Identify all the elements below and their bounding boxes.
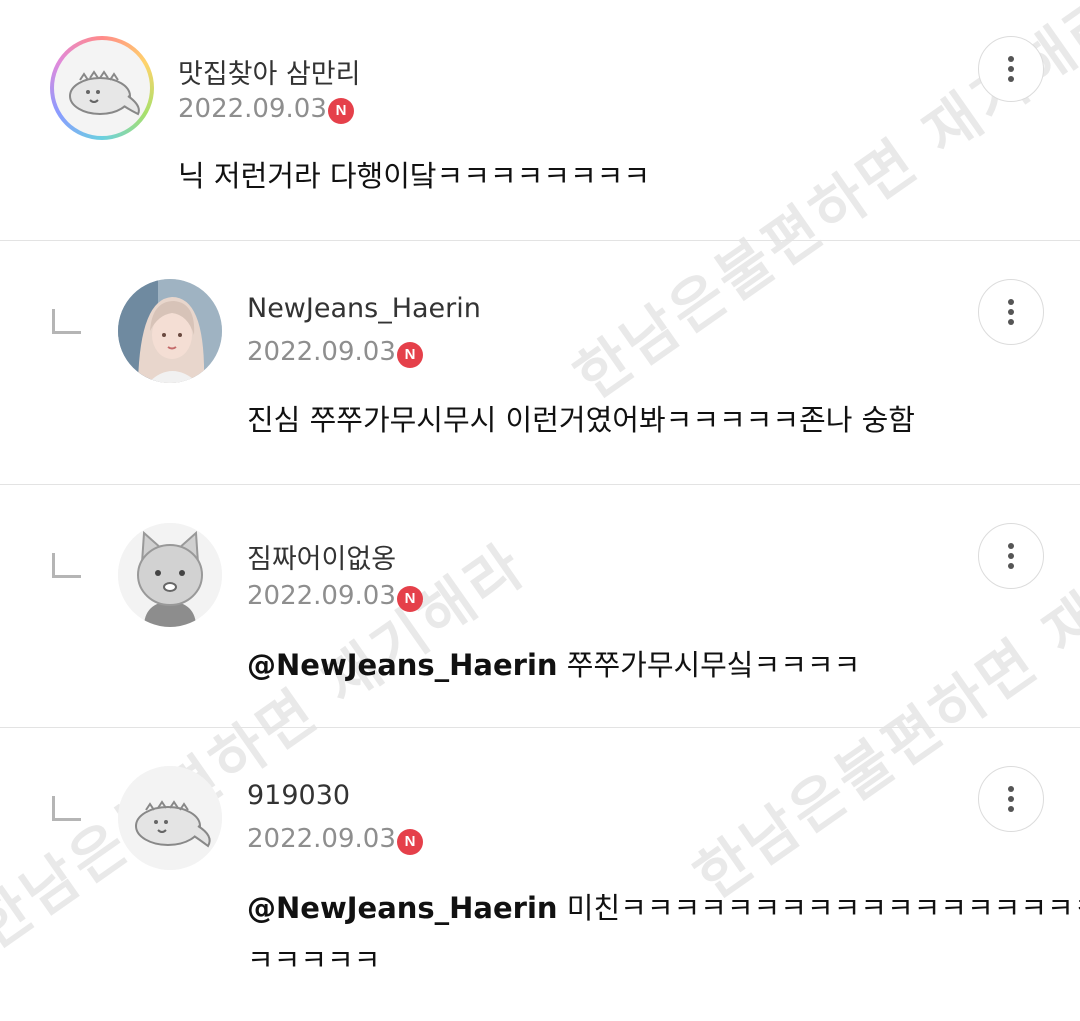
comment-item: NewJeans_Haerin 2022.09.03 N 진심 쭈쭈가무시무시 … <box>0 241 1080 484</box>
comment-author[interactable]: 919030 <box>247 780 350 811</box>
comment-item: 맛집찾아 삼만리 2022.09.03 N 닉 저런거라 다행이닼ㅋㅋㅋㅋㅋㅋㅋ… <box>0 0 1080 240</box>
comment-body: 쭈쭈가무시무싴ㅋㅋㅋㅋ <box>557 648 861 682</box>
more-options-button[interactable] <box>978 523 1044 589</box>
dinosaur-avatar-icon <box>69 70 140 116</box>
new-badge-icon: N <box>397 342 423 368</box>
more-options-button[interactable] <box>978 279 1044 345</box>
more-vertical-icon-dot <box>1008 319 1014 325</box>
comment-text: @NewJeans_Haerin 미친ㅋㅋㅋㅋㅋㅋㅋㅋㅋㅋㅋㅋㅋㅋㅋㅋㅋㅋㅋ <box>247 882 1080 934</box>
reply-arrow-icon <box>52 553 81 578</box>
more-vertical-icon <box>1008 543 1014 549</box>
more-vertical-icon-dot <box>1008 309 1014 315</box>
comment-text: @NewJeans_Haerin 쭈쭈가무시무싴ㅋㅋㅋㅋ <box>247 639 860 691</box>
avatar[interactable] <box>118 279 222 383</box>
more-vertical-icon <box>1008 299 1014 305</box>
more-vertical-icon-dot <box>1008 796 1014 802</box>
comment-text-line2: ㅋㅋㅋㅋㅋ <box>247 943 381 977</box>
more-vertical-icon-dot <box>1008 76 1014 82</box>
more-vertical-icon <box>1008 786 1014 792</box>
reply-arrow-icon <box>52 796 81 821</box>
new-badge-icon: N <box>397 829 423 855</box>
comment-text: 진심 쭈쭈가무시무시 이런거였어봐ㅋㅋㅋㅋㅋ존나 숭함 <box>247 394 915 446</box>
comment-date: 2022.09.03 <box>247 581 396 611</box>
avatar[interactable] <box>50 36 154 140</box>
more-vertical-icon-dot <box>1008 563 1014 569</box>
more-vertical-icon-dot <box>1008 66 1014 72</box>
profile-photo <box>118 279 222 383</box>
comment-text: 닉 저런거라 다행이닼ㅋㅋㅋㅋㅋㅋㅋㅋ <box>178 150 650 202</box>
comment-body: 진심 쭈쭈가무시무시 이런거였어봐ㅋㅋㅋㅋㅋ존나 숭함 <box>247 403 915 437</box>
comment-item: 짐짜어이없옹 2022.09.03 N @NewJeans_Haerin 쭈쭈가… <box>0 485 1080 727</box>
reply-arrow-icon <box>52 309 81 334</box>
more-options-button[interactable] <box>978 36 1044 102</box>
comment-body: 닉 저런거라 다행이닼ㅋㅋㅋㅋㅋㅋㅋㅋ <box>178 159 650 193</box>
mention-link[interactable]: @NewJeans_Haerin <box>247 891 558 925</box>
more-options-button[interactable] <box>978 766 1044 832</box>
avatar[interactable] <box>118 766 222 870</box>
comment-body: 미친ㅋㅋㅋㅋㅋㅋㅋㅋㅋㅋㅋㅋㅋㅋㅋㅋㅋㅋㅋ <box>557 891 1080 925</box>
more-vertical-icon-dot <box>1008 553 1014 559</box>
comment-author[interactable]: NewJeans_Haerin <box>247 293 481 324</box>
comment-author[interactable]: 맛집찾아 삼만리 <box>178 52 360 91</box>
new-badge-icon: N <box>397 586 423 612</box>
comment-date: 2022.09.03 <box>247 824 396 854</box>
comment-date: 2022.09.03 <box>247 337 396 367</box>
mention-link[interactable]: @NewJeans_Haerin <box>247 648 558 682</box>
avatar[interactable] <box>118 523 222 627</box>
comment-author[interactable]: 짐짜어이없옹 <box>247 537 396 576</box>
comment-date: 2022.09.03 <box>178 94 327 124</box>
cat-avatar-icon <box>118 523 222 627</box>
new-badge-icon: N <box>328 98 354 124</box>
more-vertical-icon-dot <box>1008 806 1014 812</box>
comment-item: 919030 2022.09.03 N @NewJeans_Haerin 미친ㅋ… <box>0 728 1080 1021</box>
more-vertical-icon <box>1008 56 1014 62</box>
dinosaur-avatar-icon <box>118 766 222 870</box>
